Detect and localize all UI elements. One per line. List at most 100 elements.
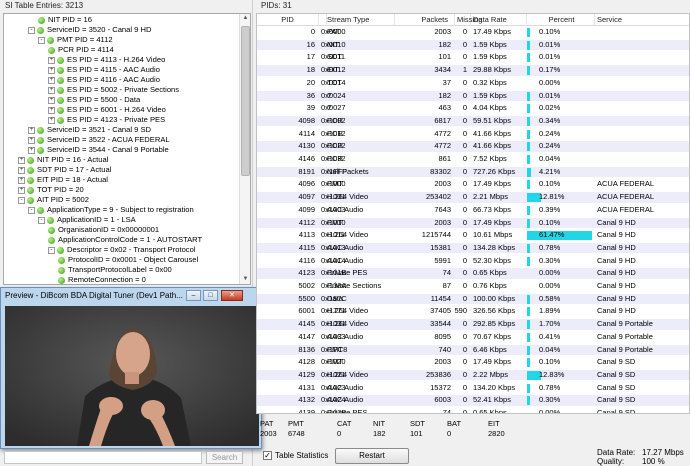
expand-icon[interactable]: + xyxy=(48,86,55,94)
table-row[interactable]: 4145 0x1031 H.264 Video 33544 0 292.85 Kbps 1.… xyxy=(257,319,689,330)
table-row[interactable]: 4123 0x101B Private PES 74 0 0.65 Kbps 0.00% Ca… xyxy=(257,268,689,279)
table-row[interactable]: 8191 0x1FFF Null Packets 83302 0 727.26 Kbps 4… xyxy=(257,166,689,178)
col-pid[interactable]: PID xyxy=(257,14,319,26)
tree-item[interactable]: + ES PID = 4123 - Private PES xyxy=(48,115,165,125)
expand-icon[interactable]: + xyxy=(28,146,35,154)
table-row[interactable]: 39 0x0027? 463 0 4.04 Kbps 0.02% xyxy=(257,103,689,114)
tree-item[interactable]: RemoteConnection = 0 xyxy=(58,275,146,284)
table-row[interactable]: 8136 0x1FC8 PMT 740 0 6.46 Kbps 0.04% Canal 9 P… xyxy=(257,344,689,355)
collapse-icon[interactable]: - xyxy=(48,246,55,254)
table-row[interactable]: 17 0x0011 SDT 101 0 1.59 Kbps 0.01% xyxy=(257,52,689,63)
tree-item[interactable]: + ES PID = 4113 - H.264 Video xyxy=(48,55,165,65)
table-row[interactable]: 4114 0x1012 PCR 4772 0 41.66 Kbps 0.24% xyxy=(257,129,689,140)
table-row[interactable]: 4097 0x1001 H.264 Video 253402 0 2.21 Mbps 12.… xyxy=(257,192,689,203)
table-row[interactable]: 16 0x0010 NIT 182 0 1.59 Kbps 0.01% xyxy=(257,39,689,51)
tree-item[interactable]: + ServiceID = 3521 - Canal 9 SD xyxy=(28,125,151,135)
cell-data-rate: 41.66 Kbps xyxy=(473,128,511,138)
tree-item[interactable]: + ServiceID = 3522 - ACUA FEDERAL xyxy=(28,135,170,145)
tree-item[interactable]: + ES PID = 4116 - AAC Audio xyxy=(48,75,160,85)
collapse-icon[interactable]: - xyxy=(28,26,35,34)
tree-item[interactable]: + ES PID = 5500 - Data xyxy=(48,95,140,105)
close-icon[interactable]: ✕ xyxy=(221,290,243,301)
preview-window[interactable]: Preview - DiBcom BDA Digital Tuner (Dev1… xyxy=(0,287,262,449)
search-input[interactable] xyxy=(4,451,202,464)
table-row[interactable]: 4132 0x1024 AAC Audio 6003 0 52.41 Kbps 0.30% C… xyxy=(257,395,689,406)
tree-item[interactable]: NIT PID = 16 xyxy=(38,15,92,25)
table-row[interactable]: 4128 0x1020 PMT 2003 0 17.49 Kbps 0.10% Canal 9… xyxy=(257,357,689,368)
col-stream-type[interactable]: Stream Type xyxy=(325,14,395,26)
table-row[interactable]: 36 0x0024? 182 0 1.59 Kbps 0.01% xyxy=(257,90,689,101)
tree-item[interactable]: + ES PID = 5002 - Private Sections xyxy=(48,85,179,95)
search-button[interactable]: Search xyxy=(206,451,243,464)
table-row[interactable]: 4130 0x1022 PCR 4772 0 41.66 Kbps 0.24% xyxy=(257,141,689,152)
preview-titlebar[interactable]: Preview - DiBcom BDA Digital Tuner (Dev1… xyxy=(1,288,261,304)
collapse-icon[interactable]: - xyxy=(38,216,45,224)
maximize-icon[interactable]: □ xyxy=(203,290,218,301)
table-row[interactable]: 5002 0x138A Private Sections 87 0 0.76 Kbps 0.… xyxy=(257,281,689,292)
expand-icon[interactable]: + xyxy=(48,96,55,104)
expand-icon[interactable]: + xyxy=(48,56,55,64)
table-statistics-checkbox[interactable]: ✓ xyxy=(263,451,272,460)
table-row[interactable]: 4146 0x1032 PCR 861 0 7.52 Kbps 0.04% xyxy=(257,154,689,165)
tree-item[interactable]: + NIT PID = 16 - Actual xyxy=(18,155,108,165)
collapse-icon[interactable]: - xyxy=(28,206,35,214)
expand-icon[interactable]: + xyxy=(48,66,55,74)
pid-table[interactable]: PID Stream Type Packets Missing Data Rat… xyxy=(256,13,690,414)
table-row[interactable]: 4116 0x1014 AAC Audio 5991 0 52.30 Kbps 0.30% C… xyxy=(257,256,689,267)
expand-icon[interactable]: + xyxy=(18,156,25,164)
table-row[interactable]: 6001 0x1771 H.264 Video 37405 590 326.56 Kbps… xyxy=(257,306,689,317)
tree-item[interactable]: ApplicationControlCode = 1 - AUTOSTART xyxy=(48,235,202,245)
table-row[interactable]: 20 0x0014 TOT 37 0 0.32 Kbps 0.00% xyxy=(257,78,689,89)
expand-icon[interactable]: + xyxy=(18,176,25,184)
tree-item[interactable]: OrganisationID = 0x00000001 xyxy=(48,225,159,235)
tree-item[interactable]: - PMT PID = 4112 xyxy=(38,35,113,45)
col-percent[interactable]: Percent xyxy=(527,14,595,26)
scroll-down-icon[interactable]: ▼ xyxy=(241,275,250,284)
tree-item[interactable]: TransportProtocolLabel = 0x00 xyxy=(58,265,172,275)
tree-item[interactable]: + SDT PID = 17 - Actual xyxy=(18,165,111,175)
table-row[interactable]: 4129 0x1021 H.264 Video 253836 0 2.22 Mbps 12.… xyxy=(257,369,689,381)
restart-button[interactable]: Restart xyxy=(335,448,409,464)
tree-item[interactable]: - ApplicationType = 9 - Subject to regist… xyxy=(28,205,194,215)
table-row[interactable]: 4113 0x1011 H.264 Video 1215744 0 10.61 Mbps 6… xyxy=(257,230,689,241)
scroll-thumb[interactable] xyxy=(241,26,250,176)
expand-icon[interactable]: + xyxy=(18,186,25,194)
table-row[interactable]: 4098 0x1002 PCR 6817 0 59.51 Kbps 0.34% xyxy=(257,115,689,127)
tree-item[interactable]: + EIT PID = 18 - Actual xyxy=(18,175,108,185)
tree-item[interactable]: ProtocolID = 0x0001 - Object Carousel xyxy=(58,255,198,265)
expand-icon[interactable]: + xyxy=(48,116,55,124)
col-service[interactable]: Service xyxy=(595,14,689,26)
table-row[interactable]: 4131 0x1023 AAC Audio 15372 0 134.20 Kbps 0.78… xyxy=(257,383,689,394)
tree-item[interactable]: + TOT PID = 20 xyxy=(18,185,84,195)
si-tree[interactable]: NIT PID = 16- ServiceID = 3520 - Canal 9 … xyxy=(3,13,251,285)
expand-icon[interactable]: + xyxy=(48,106,55,114)
tree-item[interactable]: - ServiceID = 3520 - Canal 9 HD xyxy=(28,25,151,35)
tree-item[interactable]: + ServiceID = 3544 - Canal 9 Portable xyxy=(28,145,169,155)
col-data-rate[interactable]: Data Rate xyxy=(471,14,527,26)
tree-item[interactable]: + ES PID = 6001 - H.264 Video xyxy=(48,105,166,115)
table-row[interactable]: 4099 0x1003 AAC Audio 7643 0 66.73 Kbps 0.39% A… xyxy=(257,205,689,216)
col-missing[interactable]: Missing xyxy=(455,14,482,26)
minimize-icon[interactable]: – xyxy=(186,290,201,301)
tree-item[interactable]: - ApplicationID = 1 - LSA xyxy=(38,215,136,225)
collapse-icon[interactable]: - xyxy=(18,196,25,204)
table-row[interactable]: 4147 0x1033 AAC Audio 8095 0 70.67 Kbps 0.41% C… xyxy=(257,332,689,343)
table-row[interactable]: 4112 0x1010 PMT 2003 0 17.49 Kbps 0.10% Canal 9… xyxy=(257,217,689,228)
tree-item[interactable]: PCR PID = 4114 xyxy=(48,45,114,55)
table-row[interactable]: 4096 0x1000 PMT 2003 0 17.49 Kbps 0.10% ACUA FE… xyxy=(257,179,689,190)
col-packets[interactable]: Packets xyxy=(395,14,455,26)
table-row[interactable]: 5500 0x157C Data 11454 0 100.00 Kbps 0.58% Cana… xyxy=(257,293,689,305)
tree-item[interactable]: - AIT PID = 5002 xyxy=(18,195,89,205)
expand-icon[interactable]: + xyxy=(48,76,55,84)
expand-icon[interactable]: + xyxy=(28,126,35,134)
tree-item[interactable]: - Descriptor = 0x02 - Transport Protocol xyxy=(48,245,196,255)
table-row[interactable]: 0 0x0000 PAT 2003 0 17.49 Kbps 0.10% xyxy=(257,27,689,38)
table-row[interactable]: 18 0x0012 EIT 3434 1 29.88 Kbps 0.17% xyxy=(257,65,689,76)
tree-item[interactable]: + ES PID = 4115 - AAC Audio xyxy=(48,65,160,75)
table-row[interactable]: 4115 0x1013 AAC Audio 15381 0 134.28 Kbps 0.78… xyxy=(257,242,689,254)
collapse-icon[interactable]: - xyxy=(38,36,45,44)
expand-icon[interactable]: + xyxy=(18,166,25,174)
expand-icon[interactable]: + xyxy=(28,136,35,144)
scroll-up-icon[interactable]: ▲ xyxy=(241,14,250,23)
tree-scrollbar[interactable]: ▲ ▼ xyxy=(239,14,250,284)
